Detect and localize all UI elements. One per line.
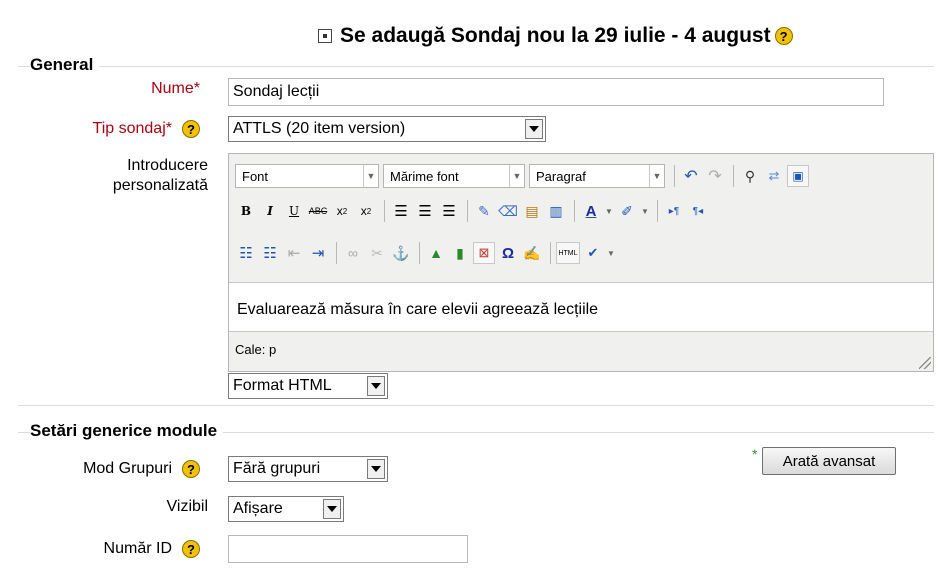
- undo-icon[interactable]: ↶: [680, 165, 702, 187]
- html-icon[interactable]: HTML: [556, 242, 580, 264]
- resize-handle-icon[interactable]: [919, 357, 931, 369]
- media-icon[interactable]: ▮: [449, 242, 471, 264]
- font-select[interactable]: Font ▼: [235, 164, 379, 188]
- editor-toolbar-row-2: B I U ABC x2 x2 ☰ ☰ ☰ ✎ ⌫ ▤ ▥ A ▼ ✐ ▼ ▸¶…: [235, 200, 711, 222]
- toolbar-divider: [384, 200, 385, 222]
- chevron-down-icon[interactable]: ▼: [606, 242, 616, 264]
- editor-content[interactable]: Evaluarează măsura în care elevii agreea…: [229, 282, 933, 332]
- toolbar-divider: [550, 242, 551, 264]
- chevron-down-icon[interactable]: [367, 376, 385, 396]
- anchor-icon[interactable]: ⚓: [390, 242, 412, 264]
- survey-type-select[interactable]: ATTLS (20 item version): [228, 116, 546, 142]
- underline-icon[interactable]: U: [283, 200, 305, 222]
- align-left-icon[interactable]: ☰: [390, 200, 412, 222]
- subscript-icon[interactable]: x2: [331, 200, 353, 222]
- paste-text-icon[interactable]: ▤: [521, 200, 543, 222]
- chevron-down-icon: ▼: [509, 165, 524, 187]
- group-mode-label: Mod Grupuri ?: [40, 460, 200, 478]
- link-icon[interactable]: ∞: [342, 242, 364, 264]
- collapse-icon[interactable]: [318, 29, 332, 43]
- strikethrough-icon[interactable]: ABC: [307, 200, 329, 222]
- name-label: Nume*: [151, 80, 200, 97]
- spellcheck-icon[interactable]: ✔: [582, 242, 604, 264]
- align-center-icon[interactable]: ☰: [414, 200, 436, 222]
- redo-icon[interactable]: ↷: [704, 165, 726, 187]
- help-icon[interactable]: ?: [182, 460, 200, 478]
- special-char-icon[interactable]: Ω: [497, 242, 519, 264]
- image-icon[interactable]: ▲: [425, 242, 447, 264]
- page-title: Se adaugă Sondaj nou la 29 iulie - 4 aug…: [340, 24, 771, 47]
- find-icon[interactable]: ⚲: [739, 165, 761, 187]
- ltr-icon[interactable]: ▸¶: [663, 200, 685, 222]
- name-field[interactable]: Sondaj lecții: [228, 78, 884, 106]
- chevron-down-icon[interactable]: [367, 459, 385, 479]
- editor-toolbar-row-3: ☷ ☷ ⇤ ⇥ ∞ ✂ ⚓ ▲ ▮ ⊠ Ω ✍ HTML ✔ ▼: [235, 242, 618, 264]
- required-mark: *: [193, 80, 200, 97]
- align-right-icon[interactable]: ☰: [438, 200, 460, 222]
- indent-icon[interactable]: ⇥: [307, 242, 329, 264]
- fullscreen-icon[interactable]: ▣: [787, 165, 809, 187]
- bullet-list-icon[interactable]: ☷: [235, 242, 257, 264]
- toolbar-divider: [467, 200, 468, 222]
- general-legend: General: [30, 55, 100, 75]
- generic-legend: Setări generice module: [30, 421, 224, 441]
- text-color-icon[interactable]: A: [580, 200, 602, 222]
- chevron-down-icon: ▼: [649, 165, 664, 187]
- show-advanced-button[interactable]: Arată avansat: [762, 447, 896, 475]
- chevron-down-icon[interactable]: [525, 119, 543, 139]
- format-select[interactable]: Format HTML: [228, 373, 388, 399]
- highlight-color-icon[interactable]: ✐: [616, 200, 638, 222]
- id-number-label: Număr ID ?: [40, 540, 200, 558]
- toolbar-divider: [419, 242, 420, 264]
- paste-word-icon[interactable]: ▥: [545, 200, 567, 222]
- required-mark: *: [165, 120, 172, 137]
- nolink-icon[interactable]: ✍: [521, 242, 543, 264]
- id-number-field[interactable]: [228, 535, 468, 563]
- editor-path: Cale: p: [235, 342, 277, 357]
- rich-text-editor: Font ▼ Mărime font ▼ Paragraf ▼ ↶ ↷ ⚲ ⇄ …: [228, 153, 934, 372]
- toolbar-divider: [574, 200, 575, 222]
- paragraph-select[interactable]: Paragraf ▼: [529, 164, 665, 188]
- editor-toolbar-row-1: Font ▼ Mărime font ▼ Paragraf ▼ ↶ ↷ ⚲ ⇄ …: [235, 164, 811, 188]
- visible-label: Vizibil: [166, 498, 209, 515]
- custom-intro-label: Introducere personalizată: [112, 157, 208, 194]
- toolbar-divider: [336, 242, 337, 264]
- cleanup-icon[interactable]: ✎: [473, 200, 495, 222]
- help-icon[interactable]: ?: [182, 120, 200, 138]
- superscript-icon[interactable]: x2: [355, 200, 377, 222]
- help-icon[interactable]: ?: [182, 540, 200, 558]
- visible-select[interactable]: Afișare: [228, 496, 344, 522]
- unlink-icon[interactable]: ✂: [366, 242, 388, 264]
- replace-icon[interactable]: ⇄: [763, 165, 785, 187]
- chevron-down-icon: ▼: [363, 165, 378, 187]
- survey-type-label: Tip sondaj * ?: [50, 120, 200, 138]
- bold-icon[interactable]: B: [235, 200, 257, 222]
- advanced-mark: *: [752, 446, 758, 462]
- italic-icon[interactable]: I: [259, 200, 281, 222]
- page-heading: Se adaugă Sondaj nou la 29 iulie - 4 aug…: [318, 24, 793, 48]
- outdent-icon[interactable]: ⇤: [283, 242, 305, 264]
- chevron-down-icon[interactable]: ▼: [604, 200, 614, 222]
- numbered-list-icon[interactable]: ☷: [259, 242, 281, 264]
- help-icon[interactable]: ?: [774, 27, 793, 45]
- toolbar-divider: [674, 165, 675, 187]
- chevron-down-icon[interactable]: [323, 499, 341, 519]
- group-mode-select[interactable]: Fără grupuri: [228, 456, 388, 482]
- moodle-media-icon[interactable]: ⊠: [473, 242, 495, 264]
- rtl-icon[interactable]: ¶◂: [687, 200, 709, 222]
- font-size-select[interactable]: Mărime font ▼: [383, 164, 525, 188]
- toolbar-divider: [657, 200, 658, 222]
- toolbar-divider: [733, 165, 734, 187]
- chevron-down-icon[interactable]: ▼: [640, 200, 650, 222]
- eraser-icon[interactable]: ⌫: [497, 200, 519, 222]
